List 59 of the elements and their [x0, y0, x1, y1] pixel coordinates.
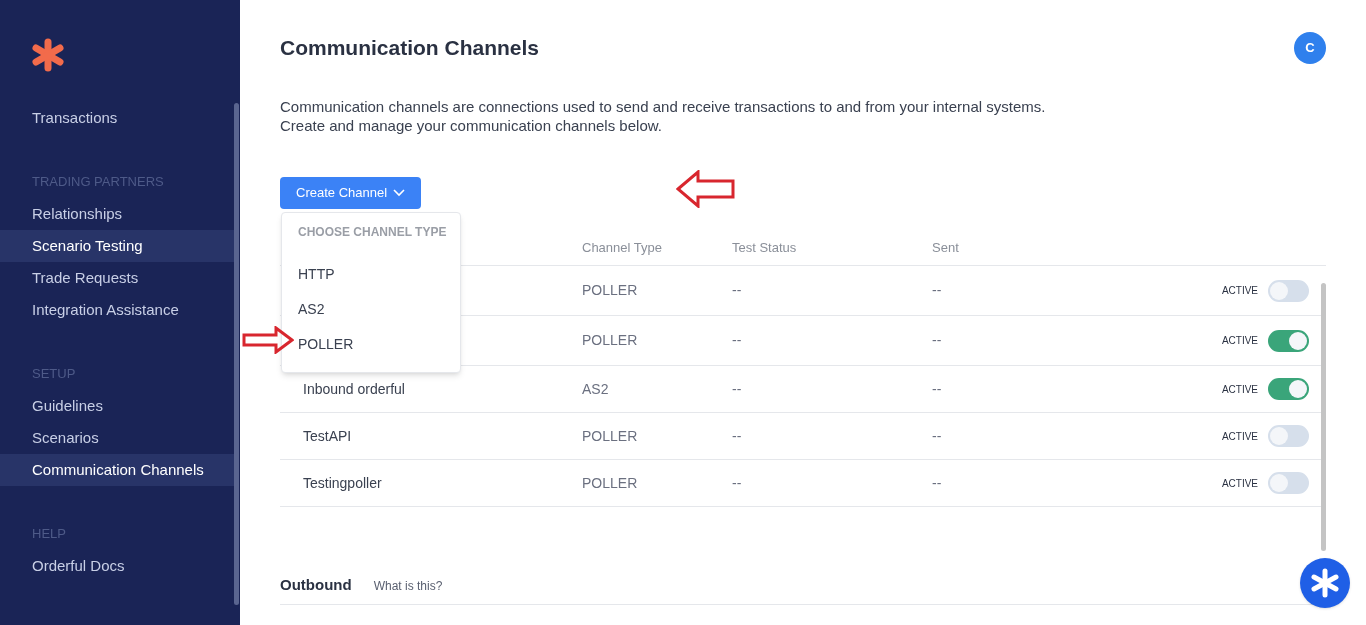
page-title: Communication Channels — [280, 35, 540, 62]
column-header: Channel Type — [582, 240, 662, 256]
description-text: Create and manage your communication channels below. — [280, 116, 663, 135]
sidebar-item[interactable]: Relationships — [0, 198, 234, 230]
description-text: Communication channels are connections used to send and receive transactions to and from your internal systems. — [280, 97, 1047, 116]
table-cell: -- — [932, 474, 942, 491]
table-cell: POLLER — [582, 282, 638, 298]
table-cell: AS2 — [582, 380, 609, 397]
table-cell: -- — [732, 332, 742, 348]
toggle-switch[interactable] — [1268, 378, 1309, 400]
table-cell: -- — [932, 332, 942, 348]
table-cell: -- — [932, 380, 942, 397]
asterisk-icon — [1310, 568, 1340, 598]
menu-option[interactable]: HTTP — [282, 256, 460, 292]
scrollbar[interactable] — [234, 103, 239, 605]
sidebar-item[interactable]: Trade Requests — [0, 262, 234, 294]
sidebar-item[interactable]: Orderful Docs — [0, 550, 234, 582]
table-cell: POLLER — [582, 474, 638, 491]
toggle-label: ACTIVE — [1221, 476, 1258, 491]
sidebar-item[interactable]: Integration Assistance — [0, 294, 234, 326]
table-cell: -- — [732, 380, 742, 397]
section-title: Outbound — [280, 575, 352, 596]
toggle-switch[interactable] — [1268, 425, 1309, 447]
menu-option[interactable]: AS2 — [282, 291, 460, 327]
table-cell: TestAPI — [303, 427, 352, 444]
arrow-annotation-icon — [676, 170, 736, 208]
column-header: Sent — [932, 240, 959, 256]
sidebar-item[interactable]: Scenario Testing — [0, 230, 234, 262]
table-cell: POLLER — [582, 427, 638, 444]
help-widget-button[interactable] — [1300, 558, 1350, 608]
table-cell: -- — [732, 427, 742, 444]
table-cell: Testingpoller — [303, 474, 382, 491]
sidebar-item[interactable]: Transactions — [0, 102, 234, 134]
toggle-label: ACTIVE — [1221, 284, 1258, 298]
table-cell: Inbound orderful — [303, 380, 405, 397]
arrow-annotation-icon — [242, 326, 294, 354]
scrollbar[interactable] — [1321, 283, 1326, 551]
table-cell: -- — [732, 282, 742, 298]
help-link[interactable]: What is this? — [373, 576, 443, 595]
sidebar-item[interactable]: Communication Channels — [0, 454, 234, 486]
toggle-switch[interactable] — [1268, 472, 1309, 494]
sidebar-item[interactable]: Guidelines — [0, 390, 234, 422]
toggle-label: ACTIVE — [1221, 429, 1258, 444]
table-cell: -- — [732, 474, 742, 491]
menu-option[interactable]: POLLER — [282, 326, 460, 362]
table-cell: POLLER — [582, 332, 638, 348]
toggle-switch[interactable] — [1268, 279, 1309, 302]
menu-heading: CHOOSE CHANNEL TYPE — [297, 224, 448, 241]
toggle-label: ACTIVE — [1221, 334, 1258, 348]
sidebar-item[interactable]: Scenarios — [0, 422, 234, 454]
column-header: Test Status — [732, 240, 797, 256]
toggle-switch[interactable] — [1268, 329, 1309, 352]
table-cell: -- — [932, 427, 942, 444]
table-cell: -- — [932, 282, 942, 298]
create-channel-button[interactable]: Create Channel — [280, 177, 422, 209]
toggle-label: ACTIVE — [1221, 382, 1258, 397]
user-avatar[interactable]: C — [1294, 32, 1326, 64]
chevron-down-icon — [393, 189, 406, 197]
asterisk-logo-icon[interactable] — [31, 38, 65, 72]
